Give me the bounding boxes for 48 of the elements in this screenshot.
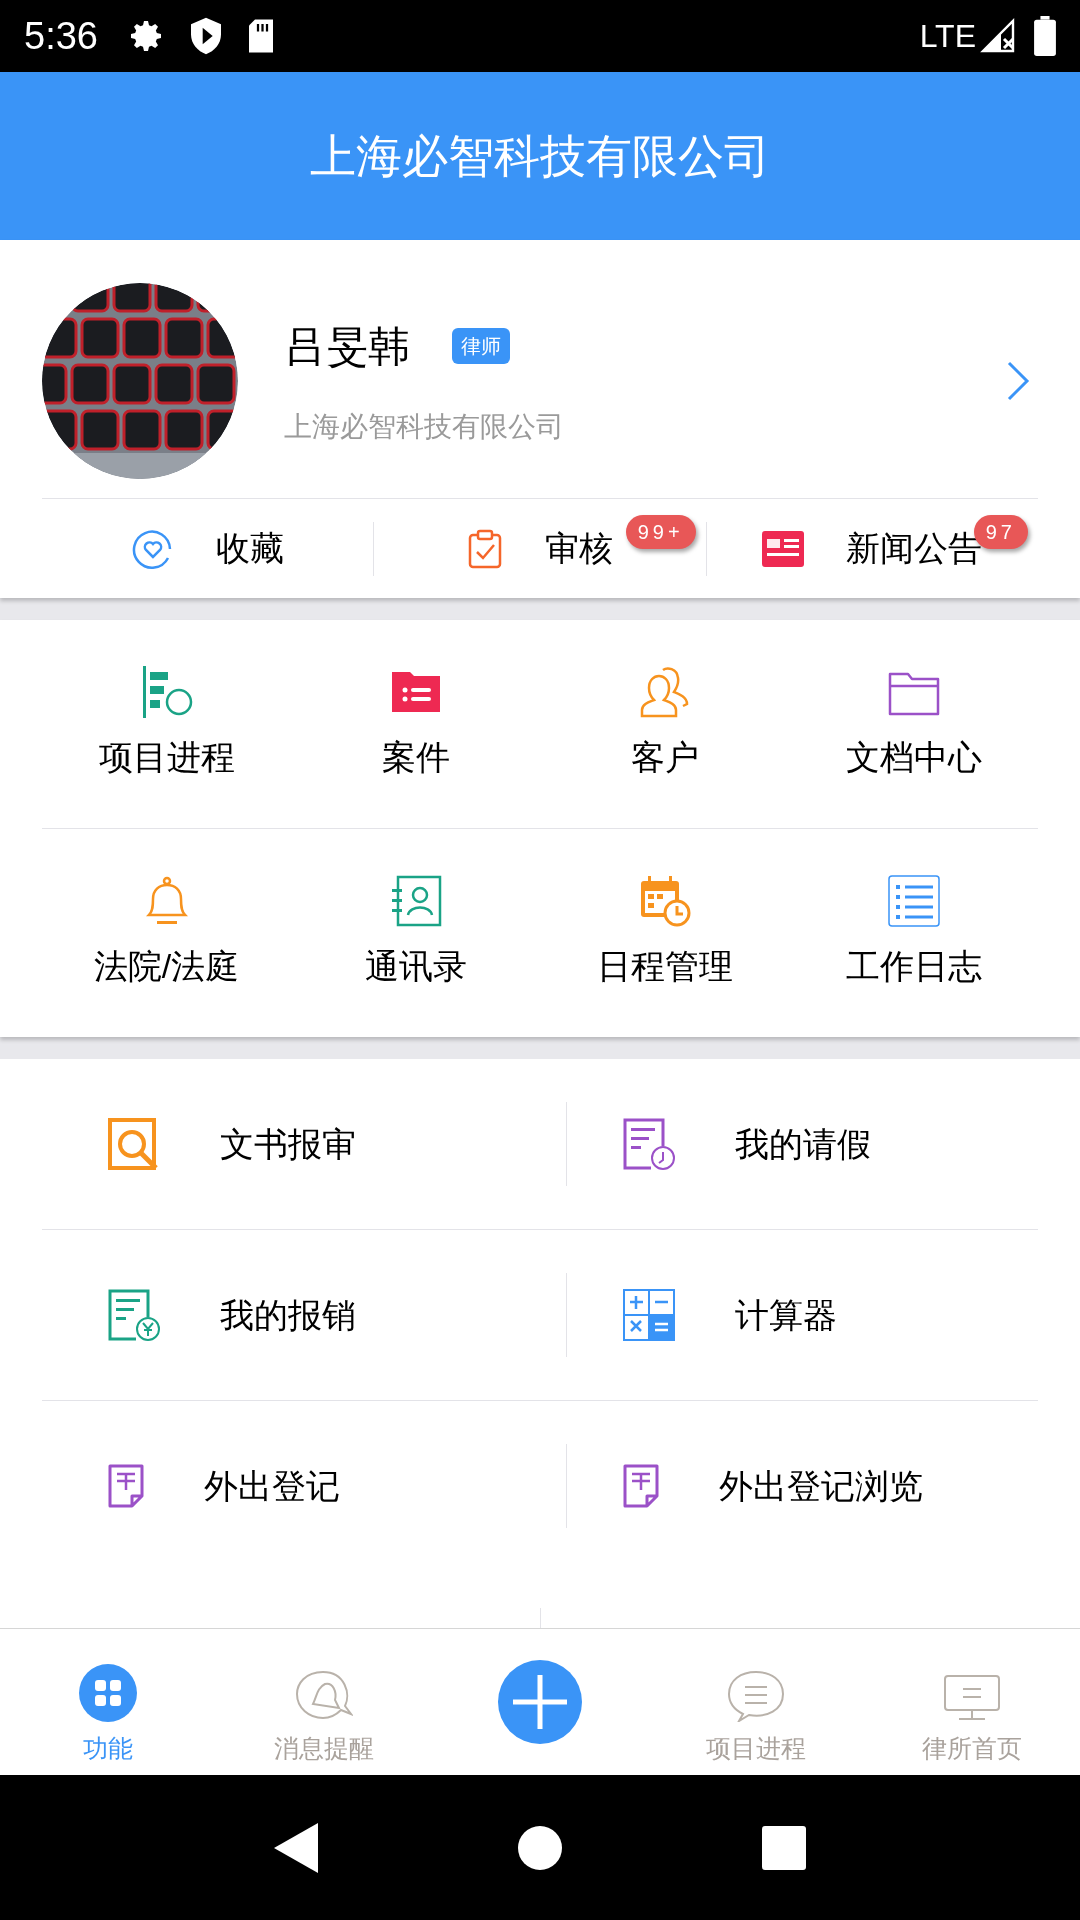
receipt-icon — [622, 1464, 659, 1508]
document-search-icon — [108, 1118, 160, 1170]
bar-list-icon — [140, 665, 193, 718]
shortcut-button[interactable]: 审核 99+ — [374, 499, 706, 598]
back-icon[interactable] — [274, 1822, 318, 1873]
monitor-icon — [943, 1673, 1001, 1722]
heart-icon — [131, 527, 174, 570]
clipboard-check-icon — [467, 527, 503, 570]
feature-button[interactable]: 文档中心 — [789, 665, 1038, 783]
role-tag: 律师 — [452, 328, 510, 364]
feature-button[interactable]: 案件 — [291, 665, 540, 783]
bell-bubble-icon — [295, 1669, 353, 1722]
count-badge: 99+ — [625, 515, 696, 549]
shortcut-button[interactable]: 收藏 — [42, 499, 374, 598]
feature-button[interactable]: 客户 — [540, 665, 789, 783]
tool-button[interactable]: 我的请假 — [566, 1118, 1080, 1170]
document-clock-icon — [622, 1118, 675, 1170]
tool-button[interactable]: 计算器 — [566, 1289, 1080, 1341]
tool-button[interactable]: 外出登记浏览 — [566, 1460, 1080, 1512]
feature-button[interactable]: 项目进程 — [42, 665, 291, 783]
clock-time: 5:36 — [24, 13, 98, 59]
user-name: 吕旻韩 — [284, 321, 410, 372]
feature-button[interactable]: 工作日志 — [789, 874, 1038, 992]
chevron-right-icon[interactable] — [1006, 360, 1030, 402]
list-icon — [887, 874, 940, 927]
tool-button[interactable]: 我的报销 — [0, 1289, 566, 1341]
signal-icon — [980, 18, 1016, 54]
document-yen-icon — [108, 1289, 160, 1341]
people-icon — [638, 665, 691, 718]
grid-icon — [79, 1663, 137, 1722]
receipt-icon — [108, 1464, 144, 1508]
address-book-icon — [389, 874, 442, 927]
network-type: LTE — [919, 17, 976, 56]
calculator-icon — [622, 1289, 675, 1341]
home-icon[interactable] — [518, 1825, 562, 1870]
plus-icon — [513, 1675, 567, 1729]
tool-button[interactable]: 外出登记 — [0, 1460, 566, 1512]
header-title: 上海必智科技有限公司 — [310, 128, 770, 184]
feature-button[interactable]: 日程管理 — [540, 874, 789, 992]
tool-button[interactable]: 文书报审 — [0, 1118, 566, 1170]
chat-bubble-icon — [727, 1669, 785, 1722]
battery-icon — [1034, 16, 1056, 56]
newspaper-icon — [762, 530, 805, 567]
company-name: 上海必智科技有限公司 — [284, 409, 565, 444]
feature-button[interactable]: 通讯录 — [291, 874, 540, 992]
recents-icon[interactable] — [762, 1825, 806, 1870]
calendar-clock-icon — [638, 874, 691, 927]
feature-button[interactable]: 法院/法庭 — [42, 874, 291, 992]
